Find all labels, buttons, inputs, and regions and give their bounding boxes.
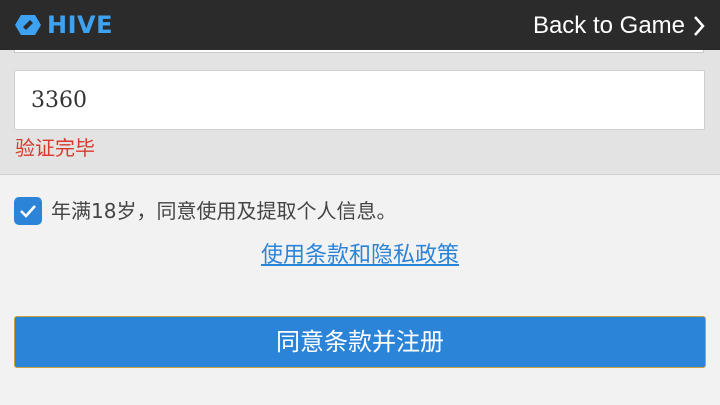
checkmark-icon <box>20 205 36 218</box>
top-bar: HIVE Back to Game <box>0 0 720 50</box>
back-to-game-button[interactable]: Back to Game <box>533 10 706 42</box>
verification-code-input[interactable] <box>14 70 705 130</box>
hive-logo-icon <box>15 15 41 35</box>
verification-form: 验证完毕 <box>0 50 720 175</box>
terms-privacy-link[interactable]: 使用条款和隐私政策 <box>0 240 720 272</box>
consent-label: 年满18岁，同意使用及提取个人信息。 <box>51 199 397 223</box>
agree-and-register-button[interactable]: 同意条款并注册 <box>14 316 706 368</box>
chevron-right-icon <box>694 16 705 36</box>
back-to-game-label: Back to Game <box>532 12 685 39</box>
consent-checkbox[interactable] <box>14 197 42 225</box>
previous-input-field[interactable] <box>14 50 704 53</box>
hive-logo: HIVE <box>14 10 113 40</box>
consent-row: 年满18岁，同意使用及提取个人信息。 <box>14 196 396 226</box>
verification-status-text: 验证完毕 <box>15 136 95 160</box>
logo-text: HIVE <box>47 11 113 39</box>
